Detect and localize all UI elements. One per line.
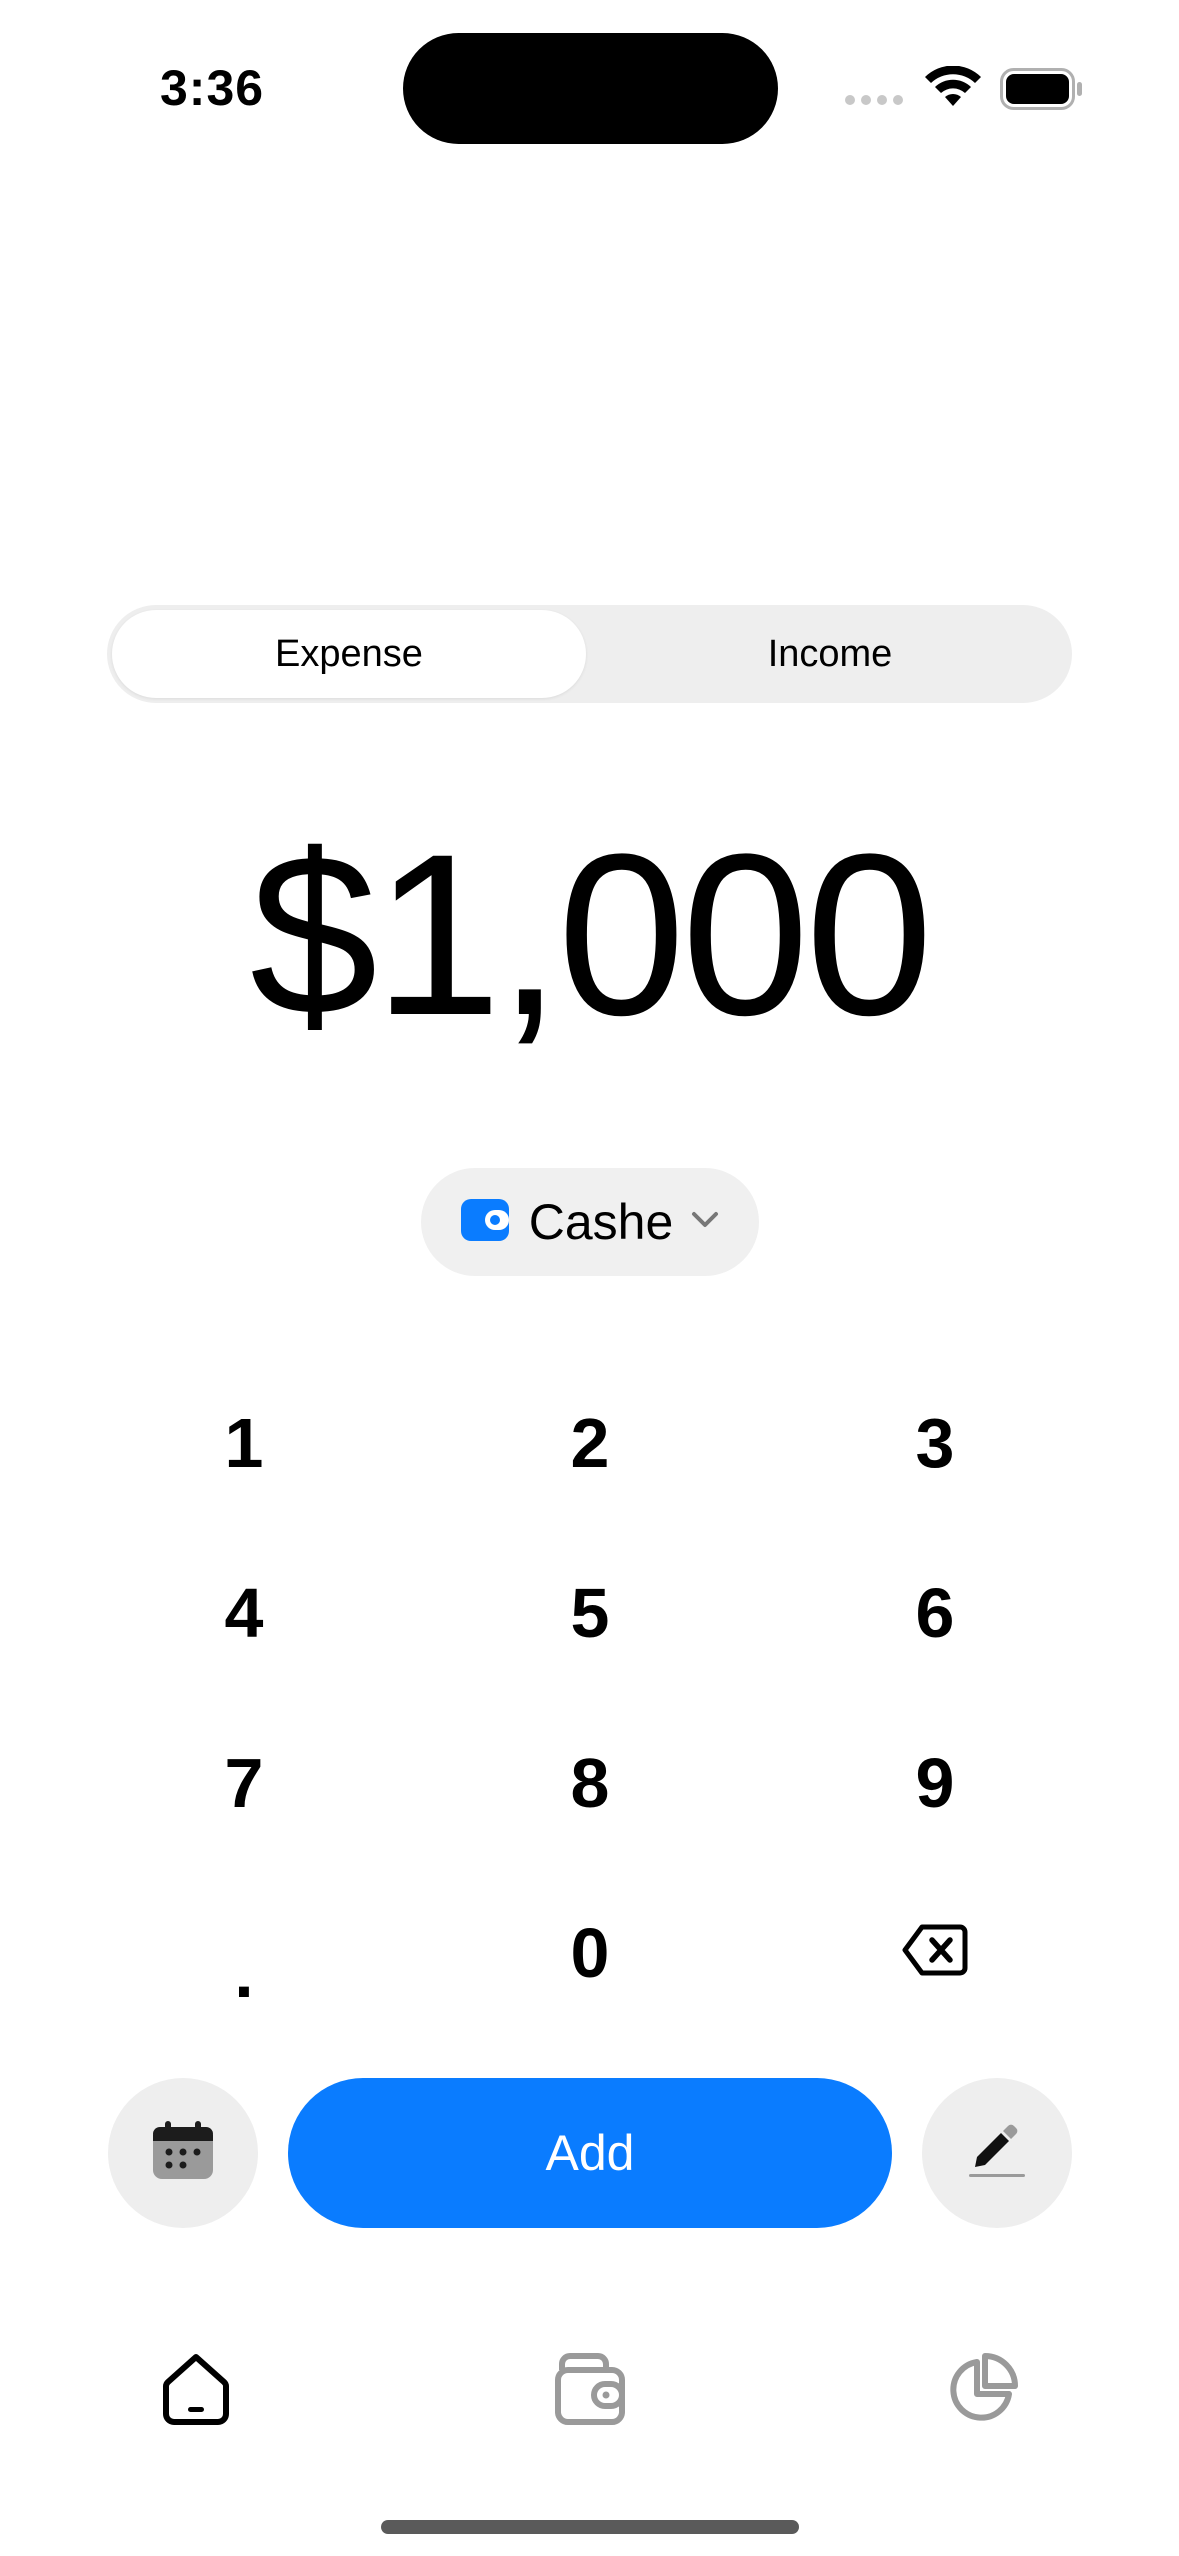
home-icon xyxy=(161,2352,231,2431)
tab-statistics[interactable] xyxy=(937,2346,1027,2436)
key-6[interactable]: 6 xyxy=(835,1558,1035,1668)
key-8[interactable]: 8 xyxy=(490,1728,690,1838)
wallet-icon xyxy=(554,2352,626,2431)
status-time: 3:36 xyxy=(160,60,265,116)
pencil-icon xyxy=(965,2121,1029,2186)
backspace-key[interactable] xyxy=(835,1898,1035,2008)
note-button[interactable] xyxy=(922,2078,1072,2228)
tab-expense[interactable]: Expense xyxy=(112,610,586,698)
type-segmented-control: Expense Income xyxy=(107,605,1072,703)
wallet-icon xyxy=(460,1198,511,1246)
account-label: Cashe xyxy=(528,1194,674,1250)
key-5[interactable]: 5 xyxy=(490,1558,690,1668)
key-0[interactable]: 0 xyxy=(490,1898,690,2008)
key-2[interactable]: 2 xyxy=(490,1388,690,1498)
tab-home[interactable] xyxy=(151,2346,241,2436)
account-selector[interactable]: Cashe xyxy=(421,1168,759,1276)
pie-chart-icon xyxy=(945,2352,1019,2431)
backspace-icon xyxy=(902,1913,968,1993)
dynamic-island xyxy=(403,33,778,144)
cellular-signal-icon xyxy=(845,95,903,105)
date-button[interactable] xyxy=(108,2078,258,2228)
key-9[interactable]: 9 xyxy=(835,1728,1035,1838)
home-indicator xyxy=(381,2520,799,2534)
battery-icon xyxy=(1000,68,1085,115)
key-1[interactable]: 1 xyxy=(144,1388,344,1498)
add-button[interactable]: Add xyxy=(288,2078,892,2228)
tab-income[interactable]: Income xyxy=(593,610,1067,698)
wifi-icon xyxy=(925,65,981,113)
key-4[interactable]: 4 xyxy=(144,1558,344,1668)
amount-display: $1,000 xyxy=(249,806,933,1063)
key-7[interactable]: 7 xyxy=(144,1728,344,1838)
chevron-down-icon xyxy=(691,1211,719,1234)
key-3[interactable]: 3 xyxy=(835,1388,1035,1498)
key-decimal[interactable]: . xyxy=(144,1898,344,2028)
calendar-icon xyxy=(151,2120,215,2186)
tab-wallet[interactable] xyxy=(545,2346,635,2436)
